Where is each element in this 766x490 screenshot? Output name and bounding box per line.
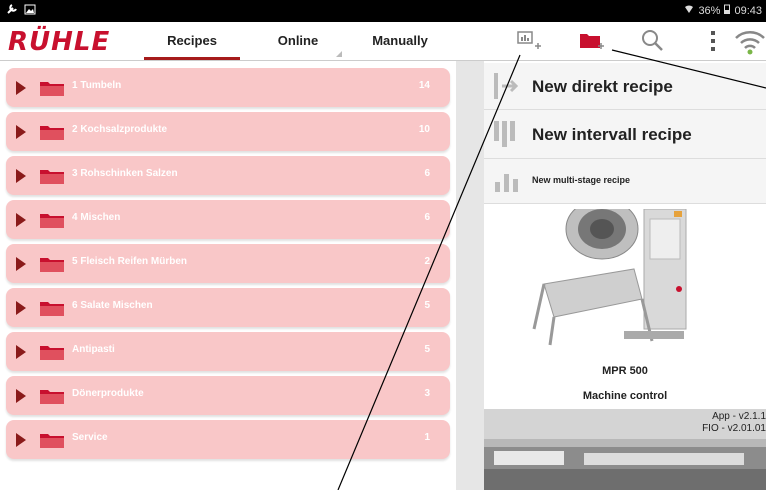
factory-photo: App - v2.1.1 FIO - v2.01.01 xyxy=(484,409,766,490)
new-multistage-recipe-label: New multi-stage recipe xyxy=(532,175,631,185)
image-icon xyxy=(24,4,36,18)
panel-divider xyxy=(456,61,484,490)
folder-row[interactable]: 5 Fleisch Reifen Mürben 2 xyxy=(6,244,450,283)
expand-arrow-icon[interactable] xyxy=(16,169,26,183)
expand-arrow-icon[interactable] xyxy=(16,81,26,95)
folder-row[interactable]: 3 Rohschinken Salzen 6 xyxy=(6,156,450,195)
machine-image xyxy=(532,209,687,346)
signal-icon xyxy=(684,4,694,17)
folder-count: 6 xyxy=(424,212,430,223)
add-folder-icon[interactable] xyxy=(578,28,604,54)
folder-count: 3 xyxy=(424,388,430,399)
tab-online[interactable]: Online xyxy=(250,22,346,60)
version-info: App - v2.1.1 FIO - v2.01.01 xyxy=(702,411,766,435)
folder-icon xyxy=(40,346,64,360)
new-direct-recipe-button[interactable]: New direkt recipe xyxy=(484,63,766,110)
right-panel: New direkt recipe New intervall recipe N… xyxy=(484,61,766,490)
expand-arrow-icon[interactable] xyxy=(16,257,26,271)
recipe-folder-list: 1 Tumbeln 14 2 Kochsalzprodukte 10 3 Roh… xyxy=(0,61,456,490)
direct-recipe-icon xyxy=(494,73,519,99)
fio-version: FIO - v2.01.01 xyxy=(702,423,766,434)
folder-icon xyxy=(40,302,64,316)
folder-count: 5 xyxy=(424,344,430,355)
folder-row[interactable]: 6 Salate Mischen 5 xyxy=(6,288,450,327)
new-interval-recipe-label: New intervall recipe xyxy=(532,125,692,144)
expand-arrow-icon[interactable] xyxy=(16,433,26,447)
folder-name: Antipasti xyxy=(72,344,115,355)
clock-time: 09:43 xyxy=(734,4,762,17)
folder-icon xyxy=(40,434,64,448)
expand-arrow-icon[interactable] xyxy=(16,213,26,227)
folder-name: Service xyxy=(72,432,108,443)
expand-arrow-icon[interactable] xyxy=(16,301,26,315)
tab-manually[interactable]: Manually xyxy=(352,22,448,60)
app-version: App - v2.1.1 xyxy=(712,411,766,422)
folder-icon xyxy=(40,258,64,272)
folder-row[interactable]: 4 Mischen 6 xyxy=(6,200,450,239)
add-recipe-icon[interactable] xyxy=(516,28,542,54)
expand-arrow-icon[interactable] xyxy=(16,389,26,403)
folder-row[interactable]: 1 Tumbeln 14 xyxy=(6,68,450,107)
new-interval-recipe-button[interactable]: New intervall recipe xyxy=(484,110,766,159)
folder-count: 1 xyxy=(424,432,430,443)
folder-count: 2 xyxy=(424,256,430,267)
folder-row[interactable]: Antipasti 5 xyxy=(6,332,450,371)
folder-row[interactable]: Dönerprodukte 3 xyxy=(6,376,450,415)
battery-icon xyxy=(724,4,731,17)
ruhle-logo: RÜHLE xyxy=(8,27,111,57)
wrench-icon xyxy=(6,3,18,18)
folder-count: 14 xyxy=(418,80,430,91)
machine-model: MPR 500 xyxy=(602,365,648,377)
folder-name: 1 Tumbeln xyxy=(72,80,122,91)
wifi-icon[interactable] xyxy=(734,28,766,55)
folder-icon xyxy=(40,126,64,140)
more-vert-icon[interactable] xyxy=(700,28,726,54)
folder-name: 4 Mischen xyxy=(72,212,121,223)
folder-name: 3 Rohschinken Salzen xyxy=(72,168,178,179)
folder-name: 5 Fleisch Reifen Mürben xyxy=(72,256,188,267)
folder-icon xyxy=(40,390,64,404)
folder-icon xyxy=(40,214,64,228)
expand-arrow-icon[interactable] xyxy=(16,125,26,139)
folder-row[interactable]: Service 1 xyxy=(6,420,450,459)
machine-caption: Machine control xyxy=(582,390,668,402)
folder-icon xyxy=(40,82,64,96)
status-bar: 36% 09:43 xyxy=(0,0,766,22)
new-multistage-recipe-button[interactable]: New multi-stage recipe xyxy=(484,159,766,204)
folder-row[interactable]: 2 Kochsalzprodukte 10 xyxy=(6,112,450,151)
tab-corner-indicator xyxy=(336,51,342,57)
multistage-recipe-icon xyxy=(495,174,518,192)
app-bar: RÜHLE Recipes Online Manually xyxy=(0,22,766,61)
folder-count: 5 xyxy=(424,300,430,311)
search-icon[interactable] xyxy=(640,28,666,54)
folder-name: 6 Salate Mischen xyxy=(72,300,153,311)
battery-text: 36% xyxy=(698,4,721,17)
folder-count: 6 xyxy=(424,168,430,179)
expand-arrow-icon[interactable] xyxy=(16,345,26,359)
folder-name: Dönerprodukte xyxy=(72,388,144,399)
new-direct-recipe-label: New direkt recipe xyxy=(532,77,673,96)
interval-recipe-icon xyxy=(494,121,515,147)
folder-count: 10 xyxy=(418,124,430,135)
folder-name: 2 Kochsalzprodukte xyxy=(72,124,168,135)
folder-icon xyxy=(40,170,64,184)
tab-recipes[interactable]: Recipes xyxy=(144,22,240,60)
